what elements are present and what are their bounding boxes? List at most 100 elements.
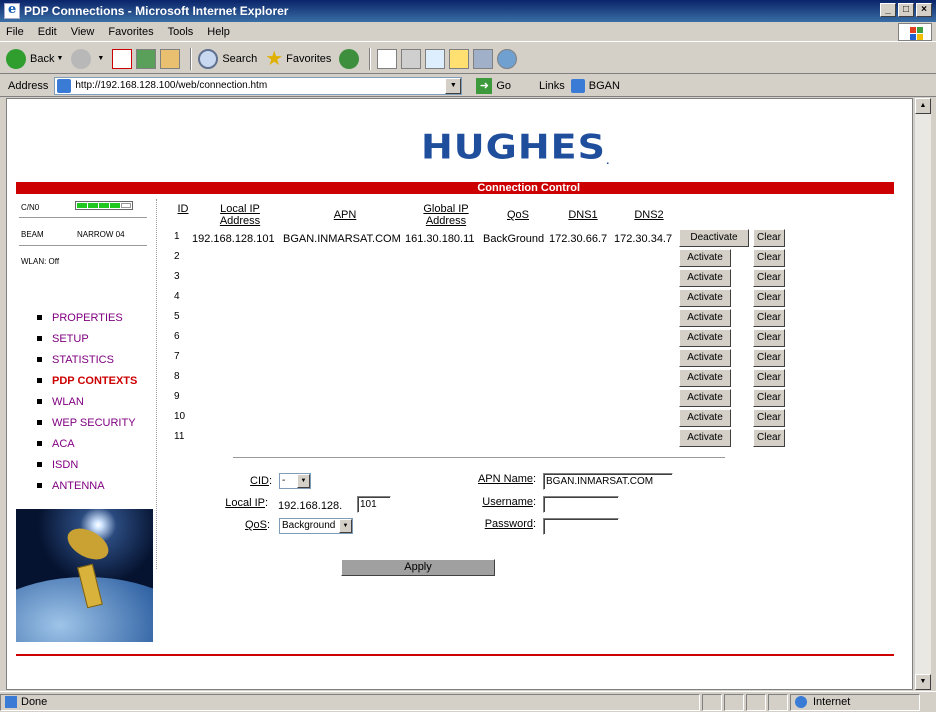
cid-select[interactable]: - ▼ <box>279 473 311 489</box>
clear-button-2[interactable]: Clear <box>753 249 785 267</box>
page-icon <box>57 78 72 93</box>
menu-favorites[interactable]: Favorites <box>108 26 153 38</box>
cid-label: CID <box>250 475 269 487</box>
home-icon[interactable] <box>160 48 181 69</box>
favorites-button[interactable]: ★ Favorites <box>265 46 331 71</box>
nav-statistics[interactable]: STATISTICS <box>37 349 137 370</box>
forward-arrow-icon <box>71 48 92 69</box>
mail-icon[interactable] <box>377 48 398 69</box>
clear-button-3[interactable]: Clear <box>753 269 785 287</box>
refresh-icon[interactable] <box>136 48 157 69</box>
apply-button[interactable]: Apply <box>341 559 495 576</box>
activate-button-11[interactable]: Activate <box>679 429 731 447</box>
back-button[interactable]: Back ▼ <box>6 48 63 69</box>
clear-button-11[interactable]: Clear <box>753 429 785 447</box>
section-title-bar: Connection Control <box>16 182 894 194</box>
menu-help[interactable]: Help <box>207 26 230 38</box>
window-title: PDP Connections - Microsoft Internet Exp… <box>24 4 289 18</box>
clear-button-6[interactable]: Clear <box>753 329 785 347</box>
nav-wlan[interactable]: WLAN <box>37 391 137 412</box>
row1-global-ip: 161.30.180.11 <box>405 233 475 245</box>
address-input[interactable]: http://192.168.128.100/web/connection.ht… <box>54 76 463 95</box>
maximize-button[interactable]: □ <box>898 3 914 17</box>
row1-dns1: 172.30.66.7 <box>549 233 608 245</box>
clear-button-10[interactable]: Clear <box>753 409 785 427</box>
page-done-icon <box>5 696 17 708</box>
links-label: Links <box>539 79 565 92</box>
apn-name-label: APN Name <box>477 473 533 485</box>
vertical-scrollbar[interactable]: ▲ ▼ <box>914 98 931 690</box>
row-id: 7 <box>174 351 180 362</box>
nav-isdn[interactable]: ISDN <box>37 454 137 475</box>
menu-view[interactable]: View <box>71 26 95 38</box>
clear-button-4[interactable]: Clear <box>753 289 785 307</box>
activate-button-9[interactable]: Activate <box>679 389 731 407</box>
stop-icon[interactable] <box>112 48 133 69</box>
header-qos: QoS <box>506 209 529 221</box>
sidebar-nav: PROPERTIES SETUP STATISTICS PDP CONTEXTS… <box>37 307 137 496</box>
apn-name-input[interactable]: BGAN.INMARSAT.COM <box>543 473 673 490</box>
activate-button-2[interactable]: Activate <box>679 249 731 267</box>
toolbar: Back ▼ ▼ Search ★ Favorites <box>0 44 936 74</box>
activate-button-5[interactable]: Activate <box>679 309 731 327</box>
local-ip-input[interactable]: 101 <box>357 496 391 513</box>
header-global-ip: Global IP Address <box>423 203 469 227</box>
clear-button-5[interactable]: Clear <box>753 309 785 327</box>
local-ip-label: Local IP <box>225 497 265 509</box>
activate-button-4[interactable]: Activate <box>679 289 731 307</box>
activate-button-7[interactable]: Activate <box>679 349 731 367</box>
menu-tools[interactable]: Tools <box>168 26 194 38</box>
nav-antenna[interactable]: ANTENNA <box>37 475 137 496</box>
row1-apn: BGAN.INMARSAT.COM <box>283 233 401 245</box>
header-local-ip: Local IP Address <box>219 203 261 227</box>
close-button[interactable]: × <box>916 3 932 17</box>
clear-button-7[interactable]: Clear <box>753 349 785 367</box>
print-icon[interactable] <box>401 48 422 69</box>
forward-button[interactable]: ▼ <box>71 48 104 69</box>
research-icon[interactable] <box>473 48 494 69</box>
row-id: 5 <box>174 311 180 322</box>
menu-file[interactable]: File <box>6 26 24 38</box>
go-button[interactable]: ➜ Go <box>476 77 511 94</box>
clear-button-1[interactable]: Clear <box>753 229 785 247</box>
search-button[interactable]: Search <box>198 48 257 69</box>
nav-setup[interactable]: SETUP <box>37 328 137 349</box>
nav-aca[interactable]: ACA <box>37 433 137 454</box>
beam-label: BEAM <box>21 230 44 239</box>
activate-button-10[interactable]: Activate <box>679 409 731 427</box>
nav-pdp-contexts[interactable]: PDP CONTEXTS <box>37 370 137 391</box>
nav-properties[interactable]: PROPERTIES <box>37 307 137 328</box>
security-zone: Internet <box>790 693 920 711</box>
deactivate-button-1[interactable]: Deactivate <box>679 229 749 247</box>
beam-value: NARROW 04 <box>77 230 125 239</box>
row1-local-ip: 192.168.128.101 <box>192 233 275 245</box>
clear-button-9[interactable]: Clear <box>753 389 785 407</box>
activate-button-3[interactable]: Activate <box>679 269 731 287</box>
username-input[interactable] <box>543 496 619 513</box>
section-title: Connection Control <box>477 182 580 194</box>
activate-button-6[interactable]: Activate <box>679 329 731 347</box>
address-dropdown-icon[interactable]: ▼ <box>445 77 462 94</box>
scroll-down-icon[interactable]: ▼ <box>915 674 931 690</box>
clear-button-8[interactable]: Clear <box>753 369 785 387</box>
edit-icon[interactable] <box>425 48 446 69</box>
media-icon[interactable] <box>339 48 360 69</box>
menu-edit[interactable]: Edit <box>38 26 57 38</box>
cn0-label: C/N0 <box>21 203 40 212</box>
nav-wep-security[interactable]: WEP SECURITY <box>37 412 137 433</box>
activate-button-8[interactable]: Activate <box>679 369 731 387</box>
row-id: 11 <box>174 431 185 442</box>
password-label: Password <box>484 518 533 530</box>
header-id: ID <box>177 203 189 215</box>
title-bar: PDP Connections - Microsoft Internet Exp… <box>0 0 936 22</box>
link-bgan[interactable]: BGAN <box>589 80 620 92</box>
row-id: 3 <box>174 271 180 282</box>
discuss-icon[interactable] <box>449 48 470 69</box>
messenger-icon[interactable] <box>497 48 518 69</box>
scroll-up-icon[interactable]: ▲ <box>915 98 931 114</box>
password-input[interactable] <box>543 518 619 535</box>
minimize-button[interactable]: _ <box>880 3 896 17</box>
go-arrow-icon: ➜ <box>476 77 493 94</box>
row-id: 8 <box>174 371 180 382</box>
qos-select[interactable]: Background ▼ <box>279 518 353 534</box>
